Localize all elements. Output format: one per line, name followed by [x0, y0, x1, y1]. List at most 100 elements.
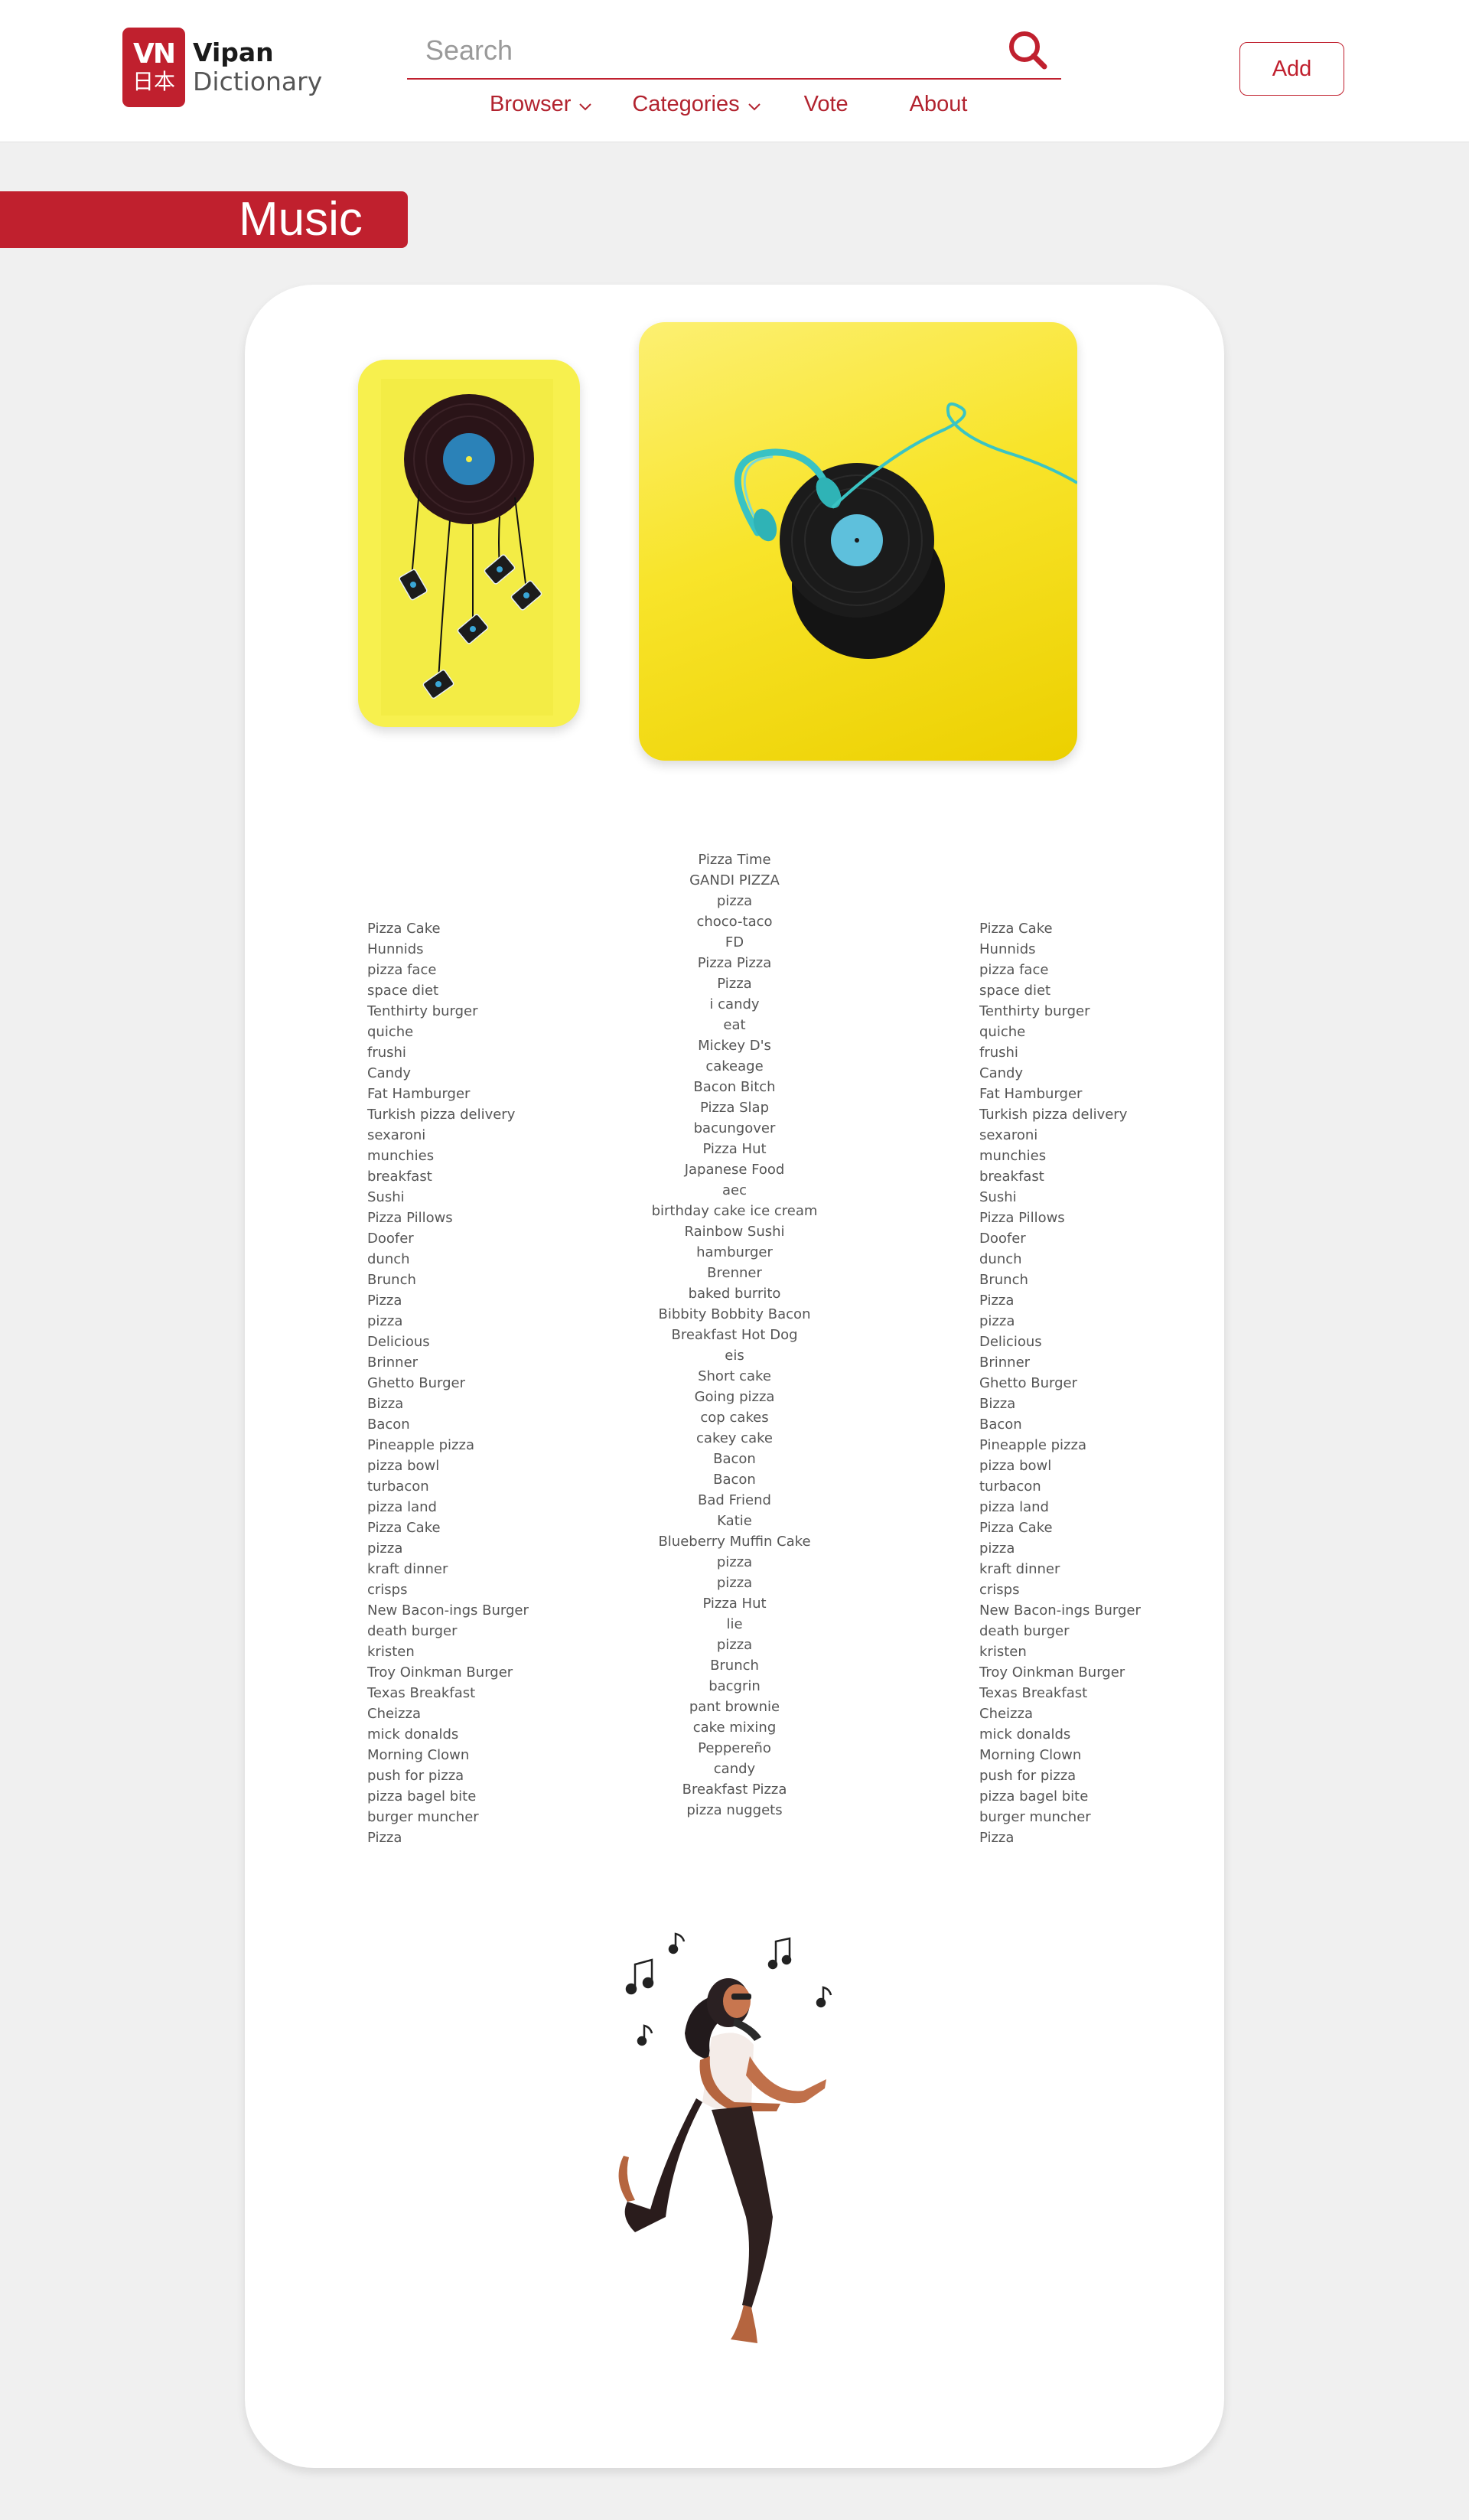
word-middle[interactable]: Bacon	[581, 1469, 888, 1490]
word-middle[interactable]: Breakfast Hot Dog	[581, 1325, 888, 1345]
word-left[interactable]: push for pizza	[367, 1765, 597, 1786]
word-left[interactable]: dunch	[367, 1249, 597, 1270]
word-right[interactable]: space diet	[979, 980, 1209, 1001]
word-left[interactable]: pizza land	[367, 1497, 597, 1518]
word-left[interactable]: pizza	[367, 1311, 597, 1332]
word-right[interactable]: breakfast	[979, 1166, 1209, 1187]
word-right[interactable]: pizza land	[979, 1497, 1209, 1518]
word-left[interactable]: munchies	[367, 1146, 597, 1166]
word-right[interactable]: pizza face	[979, 960, 1209, 980]
word-left[interactable]: Cheizza	[367, 1703, 597, 1724]
word-middle[interactable]: Katie	[581, 1511, 888, 1531]
word-right[interactable]: Doofer	[979, 1228, 1209, 1249]
word-middle[interactable]: bacungover	[581, 1118, 888, 1139]
word-middle[interactable]: bacgrin	[581, 1676, 888, 1697]
word-right[interactable]: Pizza	[979, 1290, 1209, 1311]
word-middle[interactable]: Going pizza	[581, 1387, 888, 1407]
word-right[interactable]: Pizza Cake	[979, 918, 1209, 939]
word-right[interactable]: pizza bagel bite	[979, 1786, 1209, 1807]
word-right[interactable]: push for pizza	[979, 1765, 1209, 1786]
word-middle[interactable]: pizza	[581, 1552, 888, 1573]
word-middle[interactable]: hamburger	[581, 1242, 888, 1263]
word-middle[interactable]: Mickey D's	[581, 1035, 888, 1056]
word-right[interactable]: Pizza Cake	[979, 1518, 1209, 1538]
word-middle[interactable]: Bacon Bitch	[581, 1077, 888, 1097]
nav-categories[interactable]: Categories	[632, 92, 761, 117]
word-left[interactable]: Pineapple pizza	[367, 1435, 597, 1456]
word-left[interactable]: Brunch	[367, 1270, 597, 1290]
word-left[interactable]: Delicious	[367, 1332, 597, 1352]
word-right[interactable]: Cheizza	[979, 1703, 1209, 1724]
word-right[interactable]: Brunch	[979, 1270, 1209, 1290]
nav-vote[interactable]: Vote	[804, 92, 849, 117]
word-right[interactable]: Bizza	[979, 1394, 1209, 1414]
word-middle[interactable]: Bibbity Bobbity Bacon	[581, 1304, 888, 1325]
word-middle[interactable]: Brunch	[581, 1655, 888, 1676]
word-left[interactable]: Bizza	[367, 1394, 597, 1414]
word-right[interactable]: Bacon	[979, 1414, 1209, 1435]
word-left[interactable]: Morning Clown	[367, 1745, 597, 1765]
word-right[interactable]: Hunnids	[979, 939, 1209, 960]
word-right[interactable]: mick donalds	[979, 1724, 1209, 1745]
word-right[interactable]: munchies	[979, 1146, 1209, 1166]
word-right[interactable]: turbacon	[979, 1476, 1209, 1497]
word-middle[interactable]: birthday cake ice cream	[581, 1201, 888, 1221]
word-middle[interactable]: Brenner	[581, 1263, 888, 1283]
word-right[interactable]: kristen	[979, 1641, 1209, 1662]
word-left[interactable]: kraft dinner	[367, 1559, 597, 1579]
word-right[interactable]: dunch	[979, 1249, 1209, 1270]
word-left[interactable]: pizza bowl	[367, 1456, 597, 1476]
word-left[interactable]: Pizza	[367, 1827, 597, 1848]
word-middle[interactable]: GANDI PIZZA	[581, 870, 888, 891]
word-left[interactable]: Pizza	[367, 1290, 597, 1311]
word-left[interactable]: Candy	[367, 1063, 597, 1084]
word-middle[interactable]: Bacon	[581, 1449, 888, 1469]
word-left[interactable]: Texas Breakfast	[367, 1683, 597, 1703]
word-middle[interactable]: Pizza Time	[581, 849, 888, 870]
word-left[interactable]: quiche	[367, 1022, 597, 1042]
word-middle[interactable]: eat	[581, 1015, 888, 1035]
word-right[interactable]: death burger	[979, 1621, 1209, 1641]
word-right[interactable]: Brinner	[979, 1352, 1209, 1373]
word-left[interactable]: Sushi	[367, 1187, 597, 1208]
word-right[interactable]: Candy	[979, 1063, 1209, 1084]
word-middle[interactable]: Japanese Food	[581, 1159, 888, 1180]
word-middle[interactable]: Rainbow Sushi	[581, 1221, 888, 1242]
word-right[interactable]: crisps	[979, 1579, 1209, 1600]
word-left[interactable]: Hunnids	[367, 939, 597, 960]
word-left[interactable]: space diet	[367, 980, 597, 1001]
word-middle[interactable]: Pizza Pizza	[581, 953, 888, 973]
word-left[interactable]: mick donalds	[367, 1724, 597, 1745]
word-middle[interactable]: lie	[581, 1614, 888, 1635]
word-right[interactable]: pizza	[979, 1311, 1209, 1332]
word-left[interactable]: Tenthirty burger	[367, 1001, 597, 1022]
word-left[interactable]: Troy Oinkman Burger	[367, 1662, 597, 1683]
word-middle[interactable]: pizza	[581, 1573, 888, 1593]
word-right[interactable]: New Bacon-ings Burger	[979, 1600, 1209, 1621]
word-left[interactable]: pizza face	[367, 960, 597, 980]
word-middle[interactable]: Breakfast Pizza	[581, 1779, 888, 1800]
word-left[interactable]: kristen	[367, 1641, 597, 1662]
word-right[interactable]: Pineapple pizza	[979, 1435, 1209, 1456]
word-left[interactable]: pizza bagel bite	[367, 1786, 597, 1807]
word-right[interactable]: sexaroni	[979, 1125, 1209, 1146]
word-left[interactable]: death burger	[367, 1621, 597, 1641]
word-left[interactable]: Turkish pizza delivery	[367, 1104, 597, 1125]
word-right[interactable]: Texas Breakfast	[979, 1683, 1209, 1703]
word-left[interactable]: Fat Hamburger	[367, 1084, 597, 1104]
word-right[interactable]: Troy Oinkman Burger	[979, 1662, 1209, 1683]
word-right[interactable]: Morning Clown	[979, 1745, 1209, 1765]
word-middle[interactable]: Pizza Hut	[581, 1139, 888, 1159]
word-middle[interactable]: pizza nuggets	[581, 1800, 888, 1821]
word-right[interactable]: pizza	[979, 1538, 1209, 1559]
word-right[interactable]: Delicious	[979, 1332, 1209, 1352]
word-middle[interactable]: Peppereño	[581, 1738, 888, 1759]
word-left[interactable]: Pizza Cake	[367, 1518, 597, 1538]
word-left[interactable]: sexaroni	[367, 1125, 597, 1146]
word-middle[interactable]: candy	[581, 1759, 888, 1779]
word-right[interactable]: Turkish pizza delivery	[979, 1104, 1209, 1125]
word-middle[interactable]: cake mixing	[581, 1717, 888, 1738]
word-left[interactable]: frushi	[367, 1042, 597, 1063]
word-middle[interactable]: cakey cake	[581, 1428, 888, 1449]
word-right[interactable]: Pizza	[979, 1827, 1209, 1848]
